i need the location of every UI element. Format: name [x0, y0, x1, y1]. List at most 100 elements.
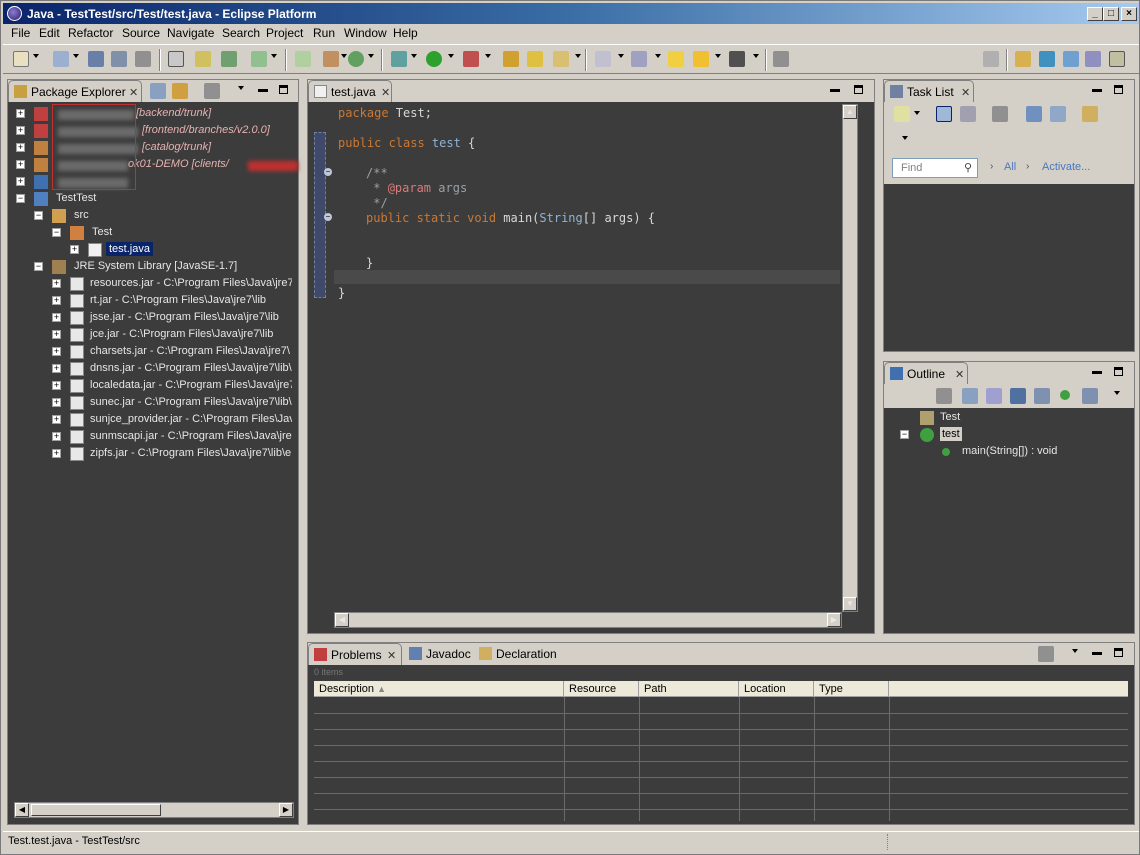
scroll-left-icon[interactable]: ◀: [335, 613, 349, 627]
expand-icon[interactable]: +: [52, 415, 61, 424]
scroll-left-icon[interactable]: ◀: [15, 803, 29, 817]
column-path[interactable]: Path: [639, 681, 739, 697]
tab-declaration[interactable]: Declaration: [474, 643, 563, 665]
expand-icon[interactable]: +: [52, 330, 61, 339]
scroll-up-icon[interactable]: ▲: [843, 105, 857, 119]
activate-link[interactable]: Activate...: [1042, 161, 1090, 173]
expand-icon[interactable]: +: [52, 279, 61, 288]
code-editor[interactable]: − − package Test; public class test { /*…: [308, 102, 874, 633]
maximize-icon[interactable]: [1114, 367, 1123, 376]
hide-nonpublic-icon[interactable]: [1060, 390, 1070, 400]
save-all-icon[interactable]: [111, 51, 127, 67]
forward-icon[interactable]: [729, 51, 745, 67]
all-link[interactable]: All: [1004, 161, 1016, 173]
expand-icon[interactable]: +: [16, 177, 25, 186]
minimize-icon[interactable]: [1092, 371, 1102, 374]
view-menu-icon[interactable]: [1114, 391, 1120, 395]
new-icon[interactable]: [13, 51, 29, 67]
close-icon[interactable]: ✕: [387, 649, 396, 662]
collapse-icon[interactable]: −: [34, 262, 43, 271]
menu-window[interactable]: Window: [344, 26, 387, 40]
column-resource[interactable]: Resource: [564, 681, 639, 697]
back-icon[interactable]: [693, 51, 709, 67]
pin-editor-icon[interactable]: [773, 51, 789, 67]
dropdown-icon[interactable]: [914, 111, 920, 115]
expand-icon[interactable]: +: [52, 313, 61, 322]
scroll-down-icon[interactable]: ▼: [843, 597, 857, 611]
new-dropdown-icon[interactable]: [33, 54, 39, 58]
expand-icon[interactable]: +: [52, 432, 61, 441]
expand-icon[interactable]: +: [52, 398, 61, 407]
expand-icon[interactable]: +: [52, 296, 61, 305]
view-menu-icon[interactable]: [238, 86, 244, 90]
dropdown-icon[interactable]: [448, 54, 454, 58]
dropdown-icon[interactable]: [618, 54, 624, 58]
view-menu-icon[interactable]: [902, 136, 908, 140]
tree-item-jar[interactable]: + sunmscapi.jar - C:\Program Files\Java\j…: [52, 429, 292, 446]
build-icon[interactable]: [221, 51, 237, 67]
tab-package-explorer[interactable]: Package Explorer ✕: [8, 80, 142, 102]
menu-refactor[interactable]: Refactor: [68, 26, 113, 40]
expand-icon[interactable]: +: [70, 245, 79, 254]
menu-help[interactable]: Help: [393, 26, 418, 40]
resource-perspective-icon[interactable]: [1015, 51, 1031, 67]
next-annotation-icon[interactable]: [595, 51, 611, 67]
tree-item-jar[interactable]: + sunjce_provider.jar - C:\Program Files\…: [52, 412, 292, 429]
minimize-icon[interactable]: [1092, 652, 1102, 655]
tree-item-file[interactable]: + test.java: [70, 242, 270, 259]
expand-icon[interactable]: +: [16, 143, 25, 152]
minimize-button[interactable]: _: [1087, 7, 1103, 21]
dropdown-icon[interactable]: [73, 54, 79, 58]
dropdown-icon[interactable]: [485, 54, 491, 58]
run-icon[interactable]: [426, 51, 442, 67]
tab-javadoc[interactable]: Javadoc: [404, 643, 477, 665]
tree-item-jar[interactable]: + jce.jar - C:\Program Files\Java\jre7\li…: [52, 327, 292, 344]
expand-icon[interactable]: +: [16, 109, 25, 118]
dropdown-icon[interactable]: [341, 54, 347, 58]
fold-icon[interactable]: −: [324, 168, 332, 176]
focus-icon[interactable]: [204, 83, 220, 99]
search-icon[interactable]: ⚲: [964, 161, 972, 174]
tab-problems[interactable]: Problems ✕: [308, 643, 402, 665]
dropdown-icon[interactable]: [271, 54, 277, 58]
tree-item-jar[interactable]: + rt.jar - C:\Program Files\Java\jre7\lib: [52, 293, 292, 310]
collapse-all-icon[interactable]: [150, 83, 166, 99]
tab-test-java[interactable]: test.java ✕: [308, 80, 392, 102]
collapse-icon[interactable]: −: [16, 194, 25, 203]
dropdown-icon[interactable]: [715, 54, 721, 58]
vertical-scrollbar[interactable]: ▲ ▼: [842, 104, 858, 612]
column-type[interactable]: Type: [814, 681, 889, 697]
plugin-perspective-icon[interactable]: [1085, 51, 1101, 67]
minimize-icon[interactable]: [830, 89, 840, 92]
hide-local-types-icon[interactable]: [1082, 388, 1098, 404]
sort-icon[interactable]: [986, 388, 1002, 404]
tree-item-jar[interactable]: + charsets.jar - C:\Program Files\Java\jr…: [52, 344, 292, 361]
task-icon[interactable]: [251, 51, 267, 67]
tree-item-jar[interactable]: + sunec.jar - C:\Program Files\Java\jre7\…: [52, 395, 292, 412]
menu-project[interactable]: Project: [266, 26, 303, 40]
column-location[interactable]: Location: [739, 681, 814, 697]
tab-outline[interactable]: Outline ✕: [884, 362, 968, 384]
maximize-icon[interactable]: [854, 85, 863, 94]
java-perspective-icon[interactable]: [1109, 51, 1125, 67]
hide-static-icon[interactable]: [1034, 388, 1050, 404]
tab-task-list[interactable]: Task List ✕: [884, 80, 974, 102]
sync-icon[interactable]: [1082, 106, 1098, 122]
tree-item-src[interactable]: − src: [34, 208, 294, 225]
scroll-right-icon[interactable]: ▶: [279, 803, 293, 817]
menu-navigate[interactable]: Navigate: [167, 26, 214, 40]
link-editor-icon[interactable]: [172, 83, 188, 99]
maximize-icon[interactable]: [1114, 648, 1123, 657]
new-task-icon[interactable]: [894, 106, 910, 122]
expand-icon[interactable]: +: [52, 347, 61, 356]
menu-search[interactable]: Search: [222, 26, 260, 40]
expand-icon[interactable]: +: [16, 160, 25, 169]
open-folder-icon[interactable]: [503, 51, 519, 67]
new-interface-icon[interactable]: [348, 51, 364, 67]
external-tools-icon[interactable]: [463, 51, 479, 67]
collapse-all-icon[interactable]: [1026, 106, 1042, 122]
tree-item-jar[interactable]: + resources.jar - C:\Program Files\Java\j…: [52, 276, 292, 293]
open-perspective-icon[interactable]: [983, 51, 999, 67]
collapse-icon[interactable]: −: [52, 228, 61, 237]
menu-run[interactable]: Run: [313, 26, 335, 40]
